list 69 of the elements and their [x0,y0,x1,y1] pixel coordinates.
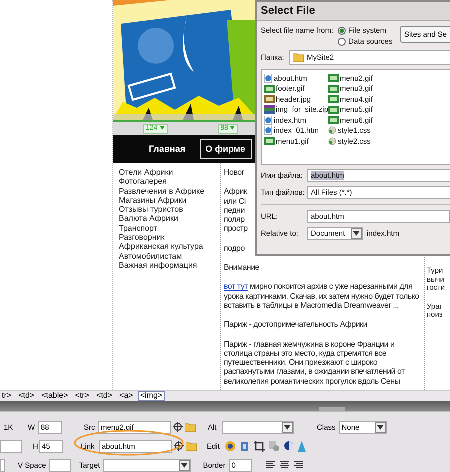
crop-icon[interactable] [254,440,265,452]
caret-icon[interactable] [160,126,165,130]
image-file-icon [264,84,275,93]
tag-selector[interactable]: <a> [118,391,136,401]
crosshair-icon[interactable] [174,441,184,451]
radio-button[interactable] [338,38,346,46]
text-fragment: подро [224,244,245,254]
image-file-icon [328,116,339,124]
web-page-icon [264,74,273,83]
text-fragment: Африк или Сі педни поляр простр [224,187,248,234]
menu-link[interactable]: Валюта Африки [119,214,220,224]
menu-link[interactable]: Отели Африки [119,168,220,178]
tag-selector[interactable]: <tr> [73,391,92,401]
panel-splitter[interactable] [0,401,450,412]
menu-link[interactable]: Отзывы туристов [119,205,220,214]
tag-selector[interactable]: <img> [138,391,165,401]
text-field[interactable] [0,458,5,472]
vspace-field[interactable] [49,458,72,472]
target-dropdown[interactable] [103,458,192,472]
brightness-icon[interactable] [284,441,294,451]
text-link[interactable]: вот тут [224,282,248,292]
stylesheet-icon [328,126,337,136]
menu-link[interactable]: Транспорт [119,224,220,234]
nav-item[interactable]: О фирме [200,139,252,159]
tag-selector[interactable]: <td> [16,391,37,401]
crosshair-icon[interactable] [173,422,183,432]
alt-dropdown[interactable] [222,420,294,434]
caret-icon[interactable] [230,126,236,130]
splitter-handle[interactable] [319,407,345,411]
menu-link[interactable]: Магазины Африки [119,196,220,206]
tag-selector[interactable]: <table> [40,391,70,401]
paragraph: вот тут мирно покоится архив с уже нарезанными для урока картинками. Скачав, их затем нужно будет только вставить в таблицы в Macromedia Dreamweaver ... [224,282,420,310]
subheading-text: Париж - достопримечательность Африки [224,320,368,330]
dropdown-arrow-icon [181,462,188,468]
menu-link[interactable]: Фотогалерея [119,177,220,187]
dropdown-arrow-icon [353,231,360,236]
radio-button[interactable] [338,26,346,34]
optimize-icon[interactable] [240,440,250,452]
text-fragment: Новог [224,168,245,178]
image-file-icon [328,74,339,82]
menu-link[interactable]: Важная информация [119,260,220,270]
image-file-icon [264,95,275,104]
stylesheet-icon [328,136,337,146]
dropdown-arrow-icon [376,424,384,430]
archive-icon [264,105,275,114]
web-page-icon [264,126,273,136]
tag-selector[interactable]: <td> [94,391,115,401]
menu-link[interactable]: Африканская культура [119,242,220,252]
resample-icon[interactable] [269,440,280,452]
menu-link[interactable]: Развлечения в Африке [119,186,220,196]
image-file-icon [328,95,339,104]
tag-selector[interactable]: tr> [0,391,14,401]
image-file-icon [328,106,339,114]
folder-icon[interactable] [293,53,304,62]
dropdown-arrow-icon [284,424,291,430]
heading-text: Внимание [224,263,260,272]
menu-link[interactable]: Автомобилистам [119,252,220,261]
image-file-icon [328,84,339,93]
edit-icon[interactable] [225,440,236,452]
paragraph: Париж - главная жемчужина в короне Франции и столица страны это место, куда стремятся все путешественники. Они приезжают с широко распахнутыми глазами, в ожидании впечатлений от великолепия романтических прогулок вдоль Сены [224,340,405,386]
image-file-icon [264,137,275,146]
text-field[interactable] [0,440,22,452]
web-page-icon [264,116,273,125]
nav-item[interactable]: Главная [143,139,192,159]
dialog-title: Select File [257,2,450,21]
align-icon[interactable] [280,461,289,469]
align-icon[interactable] [266,461,275,469]
align-icon[interactable] [294,461,303,469]
menu-link[interactable]: Разговорник [119,233,220,242]
